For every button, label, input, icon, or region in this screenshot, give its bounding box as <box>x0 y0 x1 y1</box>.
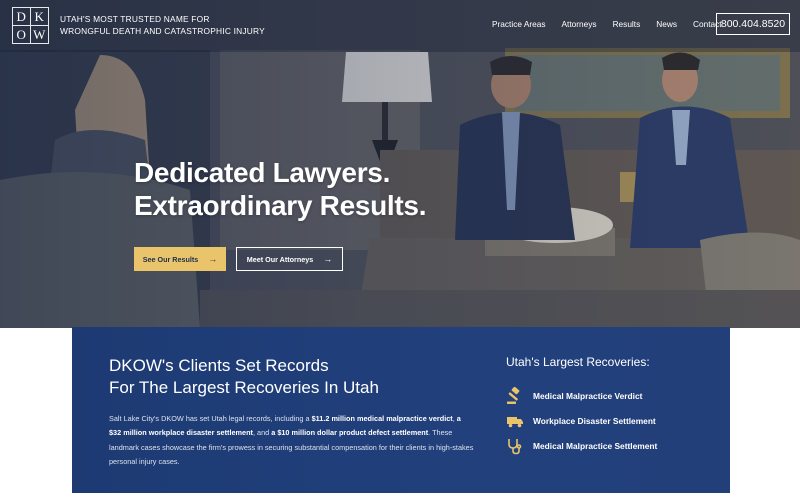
records-title-line1: DKOW's Clients Set Records <box>109 356 329 375</box>
records-body-sep2: , and <box>252 428 272 438</box>
logo-letter: W <box>33 26 46 42</box>
nav-attorneys[interactable]: Attorneys <box>562 19 597 29</box>
truck-icon <box>506 412 524 430</box>
arrow-right-icon: → <box>208 253 218 264</box>
nav-practice-areas[interactable]: Practice Areas <box>492 19 546 29</box>
nav-news[interactable]: News <box>656 19 677 29</box>
recovery-label: Medical Malpractice Settlement <box>533 441 658 451</box>
recovery-label: Medical Malpractice Verdict <box>533 391 643 401</box>
tagline-line1: UTAH'S MOST TRUSTED NAME FOR <box>60 14 210 24</box>
meet-our-attorneys-button[interactable]: Meet Our Attorneys → <box>236 247 343 271</box>
logo-letter: K <box>30 8 48 26</box>
records-title: DKOW's Clients Set Records For The Large… <box>109 355 379 399</box>
arrow-right-icon: → <box>323 253 333 264</box>
recoveries-title: Utah's Largest Recoveries: <box>506 355 650 369</box>
logo-letter: O <box>13 25 31 43</box>
header-bar: D K O W UTAH'S MOST TRUSTED NAME FOR WRO… <box>0 0 800 52</box>
records-title-line2: For The Largest Recoveries In Utah <box>109 378 379 397</box>
tagline: UTAH'S MOST TRUSTED NAME FOR WRONGFUL DE… <box>60 13 265 37</box>
recovery-label: Workplace Disaster Settlement <box>533 416 656 426</box>
recovery-item[interactable]: Workplace Disaster Settlement <box>506 412 656 430</box>
recovery-item[interactable]: Medical Malpractice Settlement <box>506 437 657 455</box>
headline-line1: Dedicated Lawyers. <box>134 157 391 188</box>
main-nav: Practice Areas Attorneys Results News Co… <box>492 19 738 29</box>
gavel-icon <box>506 387 524 405</box>
records-body-intro: Salt Lake City's DKOW has set Utah legal… <box>109 414 312 423</box>
meet-our-attorneys-label: Meet Our Attorneys <box>246 254 314 264</box>
records-highlight-1: $11.2 million medical malpractice verdic… <box>311 414 453 423</box>
logo[interactable]: D K O W <box>12 7 49 44</box>
hero-section: D K O W UTAH'S MOST TRUSTED NAME FOR WRO… <box>0 0 800 328</box>
see-our-results-label: See Our Results <box>142 254 199 264</box>
tagline-line2: WRONGFUL DEATH AND CATASTROPHIC INJURY <box>60 26 265 36</box>
stethoscope-icon <box>506 437 524 455</box>
records-highlight-3: a $10 million dollar product defect sett… <box>271 428 429 438</box>
records-card: DKOW's Clients Set Records For The Large… <box>72 327 730 493</box>
phone-button[interactable]: 800.404.8520 <box>716 13 790 35</box>
records-body: Salt Lake City's DKOW has set Utah legal… <box>109 412 474 469</box>
headline-line2: Extraordinary Results. <box>134 190 427 221</box>
logo-letter: D <box>13 8 31 26</box>
hero-headline: Dedicated Lawyers. Extraordinary Results… <box>134 156 426 222</box>
recovery-item[interactable]: Medical Malpractice Verdict <box>506 387 642 405</box>
see-our-results-button[interactable]: See Our Results → <box>134 247 226 271</box>
nav-results[interactable]: Results <box>613 19 641 29</box>
